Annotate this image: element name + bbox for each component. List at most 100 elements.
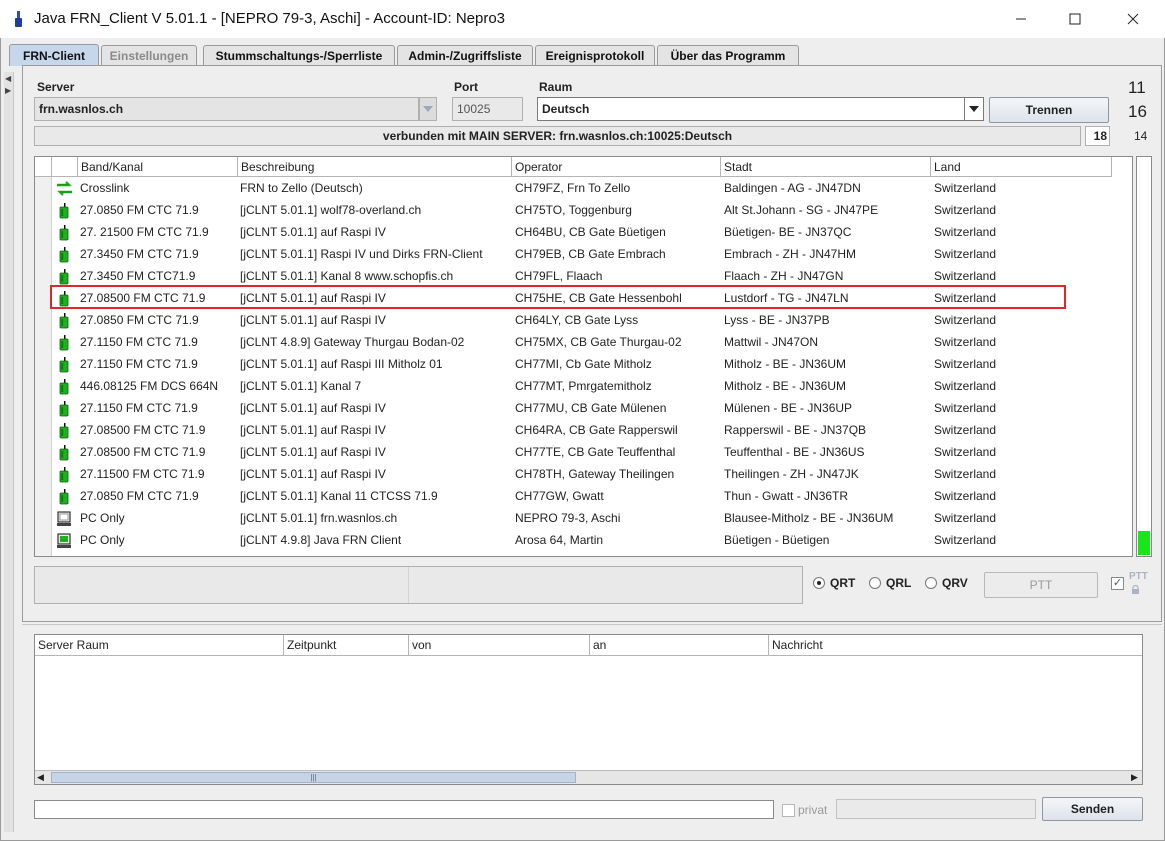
qrt-radio[interactable]	[813, 577, 825, 589]
horizontal-scrollbar[interactable]: ◀ ||| ▶	[35, 770, 1142, 784]
column-header-to[interactable]: an	[590, 635, 769, 656]
port-field[interactable]: 10025	[452, 97, 523, 121]
table-row[interactable]: 27.1150 FM CTC 71.9 [jCLNT 4.8.9] Gateway…	[52, 331, 1129, 353]
operator-cell: CH64BU, CB Gate Büetigen	[515, 225, 666, 239]
band-cell: 27.11500 FM CTC 71.9	[80, 467, 205, 481]
table-row[interactable]: PC Only [jCLNT 4.9.8] Java FRN Client Aros…	[52, 529, 1129, 551]
info-panel	[34, 566, 803, 604]
send-button[interactable]: Senden	[1042, 797, 1143, 821]
column-header-message[interactable]: Nachricht	[769, 635, 1142, 656]
icon-column-header[interactable]	[52, 157, 78, 177]
city-cell: Thun - Gwatt - JN36TR	[724, 489, 849, 503]
country-cell: Switzerland	[934, 269, 997, 283]
city-cell: Theilingen - ZH - JN47JK	[724, 467, 859, 481]
city-cell: Teuffenthal - BE - JN36US	[724, 445, 865, 459]
expand-right-icon[interactable]: ▶	[5, 86, 11, 95]
minimize-button[interactable]	[994, 0, 1048, 38]
room-select[interactable]: Deutsch	[537, 97, 965, 121]
column-header-time[interactable]: Zeitpunkt	[284, 635, 409, 656]
disconnect-button[interactable]: Trennen	[989, 97, 1109, 123]
column-header-city[interactable]: Stadt	[721, 157, 931, 177]
radio-gateway-icon	[56, 202, 73, 219]
pc-active-icon	[56, 532, 73, 549]
description-cell: [jCLNT 5.01.1] auf Raspi III Mitholz 01	[240, 357, 443, 371]
qrl-radio[interactable]	[869, 577, 881, 589]
tab-einstellungen[interactable]: Einstellungen	[101, 45, 197, 65]
maximize-button[interactable]	[1048, 0, 1102, 38]
column-header-operator[interactable]: Operator	[512, 157, 721, 177]
close-button[interactable]	[1106, 0, 1160, 38]
table-row[interactable]: 27.08500 FM CTC 71.9 [jCLNT 5.01.1] auf R…	[52, 419, 1129, 441]
table-row[interactable]: Crosslink FRN to Zello (Deutsch) CH79FZ, F…	[52, 177, 1129, 199]
country-cell: Switzerland	[934, 401, 997, 415]
band-cell: 446.08125 FM DCS 664N	[80, 379, 219, 393]
column-header-description[interactable]: Beschreibung	[238, 157, 512, 177]
room-dropdown-button[interactable]	[964, 97, 984, 121]
collapse-left-icon[interactable]: ◀	[5, 74, 11, 83]
qrv-label[interactable]: QRV	[942, 576, 968, 590]
server-field[interactable]: frn.wasnlos.ch	[34, 97, 419, 121]
qrv-radio[interactable]	[925, 577, 937, 589]
column-header-from[interactable]: von	[409, 635, 590, 656]
chevron-down-icon	[423, 106, 433, 112]
table-row[interactable]: 27.08500 FM CTC 71.9 [jCLNT 5.01.1] auf R…	[52, 441, 1129, 463]
tab-stummschaltungsliste[interactable]: Stummschaltungs-/Sperrliste	[203, 45, 395, 65]
side-collapse-bar[interactable]: ◀ ▶	[4, 72, 14, 832]
chevron-down-icon	[969, 106, 979, 112]
operator-cell: CH79FZ, Frn To Zello	[515, 181, 631, 195]
column-header-band[interactable]: Band/Kanal	[78, 157, 238, 177]
band-cell: 27.08500 FM CTC 71.9	[80, 445, 206, 459]
split-divider[interactable]	[22, 624, 1162, 625]
country-cell: Switzerland	[934, 335, 997, 349]
qrt-label[interactable]: QRT	[830, 576, 855, 590]
country-cell: Switzerland	[934, 225, 997, 239]
tab-ueber-das-programm[interactable]: Über das Programm	[657, 45, 799, 65]
description-cell: [jCLNT 5.01.1] Kanal 8 www.schopfis.ch	[240, 269, 454, 283]
table-row[interactable]: 27.0850 FM CTC 71.9 [jCLNT 5.01.1] wolf78…	[52, 199, 1129, 221]
qrl-label[interactable]: QRL	[886, 576, 911, 590]
ptt-button[interactable]: PTT	[984, 572, 1098, 598]
private-recipient-field[interactable]	[836, 799, 1036, 819]
table-row[interactable]: 446.08125 FM DCS 664N [jCLNT 5.01.1] Kana…	[52, 375, 1129, 397]
band-cell: 27.3450 FM CTC71.9	[80, 269, 196, 283]
description-cell: [jCLNT 5.01.1] auf Raspi IV	[240, 401, 386, 415]
table-row[interactable]: 27.11500 FM CTC 71.9 [jCLNT 5.01.1] auf R…	[52, 463, 1129, 485]
private-checkbox[interactable]	[782, 804, 795, 817]
band-cell: Crosslink	[80, 181, 130, 195]
radio-gateway-icon	[56, 466, 73, 483]
country-cell: Switzerland	[934, 313, 997, 327]
city-cell: Flaach - ZH - JN47GN	[724, 269, 844, 283]
column-header-server-room[interactable]: Server Raum	[35, 635, 284, 656]
description-cell: FRN to Zello (Deutsch)	[240, 181, 363, 195]
ptt-lock-checkbox[interactable]: ✓	[1111, 577, 1124, 590]
table-row[interactable]: 27. 21500 FM CTC 71.9 [jCLNT 5.01.1] auf …	[52, 221, 1129, 243]
scroll-thumb[interactable]: |||	[51, 772, 576, 783]
country-cell: Switzerland	[934, 247, 997, 261]
band-cell: 27.0850 FM CTC 71.9	[80, 313, 199, 327]
table-row[interactable]: 27.3450 FM CTC 71.9 [jCLNT 5.01.1] Raspi …	[52, 243, 1129, 265]
radio-gateway-icon	[56, 268, 73, 285]
table-row[interactable]: 27.1150 FM CTC 71.9 [jCLNT 5.01.1] auf Ra…	[52, 397, 1129, 419]
scroll-left-icon[interactable]: ◀	[37, 771, 44, 784]
info-subpanel	[35, 567, 409, 603]
tab-frn-client[interactable]: FRN-Client	[9, 44, 99, 66]
description-cell: [jCLNT 5.01.1] Raspi IV und Dirks FRN-Cl…	[240, 247, 483, 261]
operator-cell: CH64RA, CB Gate Rapperswil	[515, 423, 678, 437]
table-row[interactable]: 27.1150 FM CTC 71.9 [jCLNT 5.01.1] auf Ra…	[52, 353, 1129, 375]
table-row[interactable]: 27.3450 FM CTC71.9 [jCLNT 5.01.1] Kanal 8…	[52, 265, 1129, 287]
country-cell: Switzerland	[934, 489, 997, 503]
city-cell: Blausee-Mitholz - BE - JN36UM	[724, 511, 894, 525]
city-cell: Embrach - ZH - JN47HM	[724, 247, 857, 261]
tab-ereignisprotokoll[interactable]: Ereignisprotokoll	[535, 45, 655, 65]
band-cell: 27.1150 FM CTC 71.9	[80, 357, 198, 371]
scroll-right-icon[interactable]: ▶	[1131, 771, 1138, 784]
table-row[interactable]: 27.0850 FM CTC 71.9 [jCLNT 5.01.1] Kanal …	[52, 485, 1129, 507]
table-row[interactable]: 27.0850 FM CTC 71.9 [jCLNT 5.01.1] auf Ra…	[52, 309, 1129, 331]
server-dropdown-button[interactable]	[419, 97, 437, 121]
description-cell: [jCLNT 5.01.1] wolf78-overland.ch	[240, 203, 422, 217]
column-header-country[interactable]: Land	[931, 157, 1112, 177]
tab-admin-zugriffsliste[interactable]: Admin-/Zugriffsliste	[397, 45, 533, 65]
description-cell: [jCLNT 5.01.1] Kanal 7	[240, 379, 362, 393]
message-input[interactable]	[34, 800, 774, 819]
table-row[interactable]: PC Only [jCLNT 5.01.1] frn.wasnlos.ch NEPR…	[52, 507, 1129, 529]
